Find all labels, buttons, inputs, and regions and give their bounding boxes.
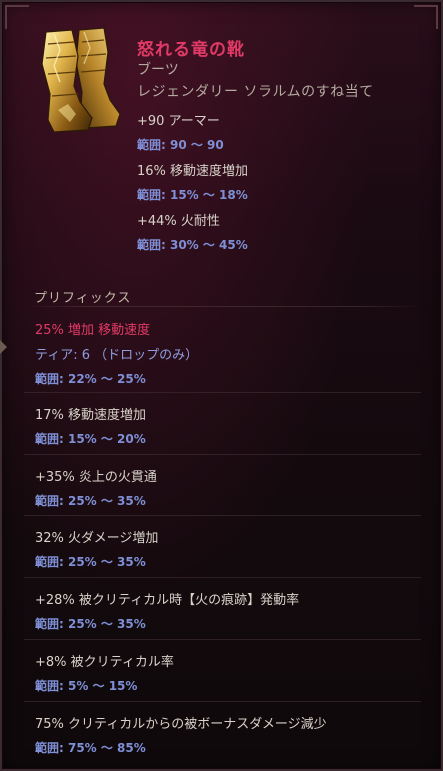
base-stat-range: 範囲: 30% 〜 45%	[137, 238, 248, 252]
prefix-section-title: プリフィックス	[34, 291, 132, 306]
affix-range: 範囲: 25% 〜 35%	[35, 555, 146, 569]
item-tooltip: 怒れる竜の靴 ブーツ レジェンダリー ソラルムのすね当て +90 アーマー 範囲…	[0, 0, 443, 771]
tooltip-pointer-icon	[0, 340, 7, 354]
row-separator	[24, 639, 421, 640]
item-header: 怒れる竜の靴 ブーツ レジェンダリー ソラルムのすね当て +90 アーマー 範囲…	[2, 2, 441, 262]
affix-line: 32% 火ダメージ増加	[35, 531, 159, 546]
affix-range: 範囲: 15% 〜 20%	[35, 432, 146, 446]
section-divider	[24, 306, 421, 307]
base-stat-range: 範囲: 15% 〜 18%	[137, 188, 248, 202]
affix-range: 範囲: 75% 〜 85%	[35, 741, 146, 755]
affix-line: +8% 被クリティカル率	[35, 655, 174, 670]
affix-range: 範囲: 22% 〜 25%	[35, 372, 146, 386]
item-type: ブーツ	[137, 62, 179, 78]
base-stat-range: 範囲: 90 〜 90	[137, 138, 224, 152]
golden-boots-icon	[24, 22, 124, 137]
affix-tier: ティア: 6 （ドロップのみ）	[35, 348, 199, 363]
row-separator	[24, 577, 421, 578]
base-stat-movespeed: 16% 移動速度増加	[137, 164, 249, 179]
affix-line: +28% 被クリティカル時【火の痕跡】発動率	[35, 593, 300, 608]
affix-line: 75% クリティカルからの被ボーナスダメージ減少	[35, 717, 327, 732]
affix-range: 範囲: 25% 〜 35%	[35, 617, 146, 631]
item-name: 怒れる竜の靴	[137, 40, 245, 60]
row-separator	[24, 701, 421, 702]
special-affix: 25% 増加 移動速度	[35, 323, 151, 338]
row-separator	[24, 515, 421, 516]
base-stat-fire-resist: +44% 火耐性	[137, 214, 220, 229]
row-separator	[24, 454, 421, 455]
item-rarity: レジェンダリー ソラルムのすね当て	[137, 84, 374, 100]
affix-line: +35% 炎上の火貫通	[35, 470, 157, 485]
affix-line: 17% 移動速度増加	[35, 408, 147, 423]
base-stat-armor: +90 アーマー	[137, 114, 220, 129]
affix-range: 範囲: 25% 〜 35%	[35, 494, 146, 508]
affix-range: 範囲: 5% 〜 15%	[35, 679, 138, 693]
row-separator	[24, 392, 421, 393]
